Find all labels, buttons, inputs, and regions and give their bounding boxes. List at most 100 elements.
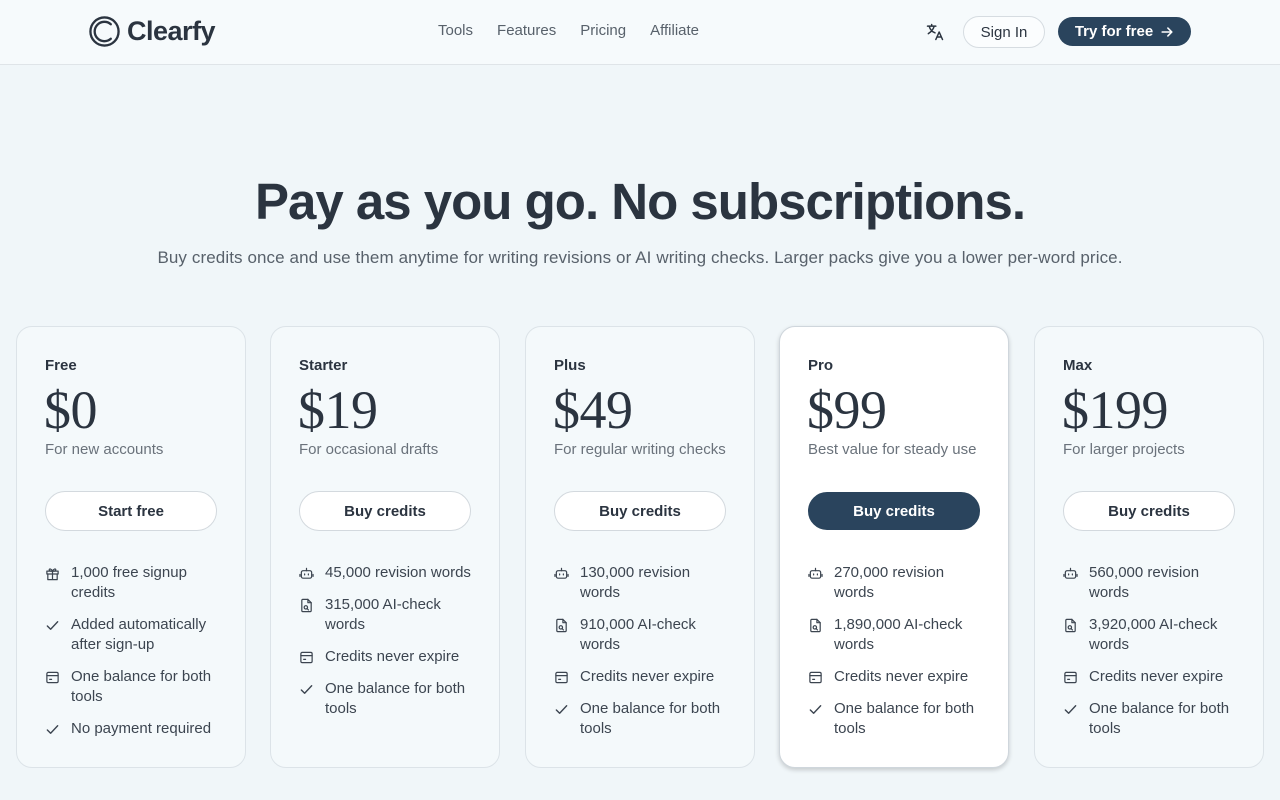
feature-item: One balance for both tools [299,679,479,719]
plan-description: Best value for steady use [808,441,977,458]
pricing-card-pro: Pro $99 Best value for steady use Buy credi… [779,326,1009,768]
feature-text: One balance for both tools [325,680,466,717]
feature-text: 1,000 free signup credits [71,564,187,601]
robot-icon [1063,566,1078,581]
feature-text: One balance for both tools [580,700,721,737]
translate-icon[interactable] [925,22,945,42]
plan-price: $99 [807,380,887,440]
gift-icon [45,566,60,581]
pricing-card-plus: Plus $49 For regular writing checks Buy cre… [525,326,755,768]
brand-name: Clearfy [127,15,216,46]
document-search-icon [554,618,569,633]
check-icon [1063,702,1078,717]
feature-text: Credits never expire [834,668,969,685]
feature-list: 45,000 revision words 315,000 AI-check wo… [299,563,479,731]
feature-item: 560,000 revision words [1063,563,1243,603]
feature-item: 1,000 free signup credits [45,563,225,603]
check-icon [45,618,60,633]
plan-name: Max [1063,357,1093,374]
feature-item: 45,000 revision words [299,563,479,583]
plan-name: Plus [554,357,586,374]
brand-logo[interactable]: Clearfy [88,15,216,47]
feature-item: No payment required [45,719,225,739]
feature-item: One balance for both tools [45,667,225,707]
feature-text: 1,890,000 AI-check words [834,616,963,653]
document-search-icon [1063,618,1078,633]
start-free-button-free[interactable]: Start free [45,491,217,531]
document-search-icon [808,618,823,633]
nav-item-pricing[interactable]: Pricing [580,22,626,39]
try-for-free-button[interactable]: Try for free [1058,17,1191,46]
wallet-icon [554,670,569,685]
feature-list: 560,000 revision words 3,920,000 AI-check… [1063,563,1243,751]
feature-item: Added automatically after sign-up [45,615,225,655]
page-title: Pay as you go. No subscriptions. [254,173,1026,230]
feature-text: Added automatically after sign-up [71,616,207,653]
plan-price: $0 [44,380,98,440]
buy-credits-button-max[interactable]: Buy credits [1063,491,1235,531]
feature-text: 910,000 AI-check words [580,616,696,653]
nav-item-features[interactable]: Features [497,22,556,39]
plan-name: Free [45,357,77,374]
feature-text: Credits never expire [325,648,460,665]
check-icon [299,682,314,697]
feature-item: Credits never expire [808,667,988,687]
nav-item-tools[interactable]: Tools [438,22,473,39]
feature-text: 560,000 revision words [1089,564,1200,601]
nav-item-affiliate[interactable]: Affiliate [650,22,699,39]
feature-item: Credits never expire [554,667,734,687]
plan-name: Pro [808,357,834,374]
plan-price: $19 [298,380,378,440]
check-icon [554,702,569,717]
feature-text: 3,920,000 AI-check words [1089,616,1218,653]
site-header: Clearfy Tools Features Pricing Affiliate… [0,0,1280,65]
feature-item: 315,000 AI-check words [299,595,479,635]
feature-text: 315,000 AI-check words [325,596,441,633]
buy-credits-button-plus[interactable]: Buy credits [554,491,726,531]
try-for-free-label: Try for free [1074,23,1154,40]
robot-icon [808,566,823,581]
feature-text: Credits never expire [580,668,715,685]
sign-in-button[interactable]: Sign In [963,16,1045,48]
plan-description: For larger projects [1063,441,1185,458]
logo-mark-icon [89,15,120,47]
feature-item: 270,000 revision words [808,563,988,603]
feature-item: Credits never expire [1063,667,1243,687]
page-subtitle: Buy credits once and use them anytime fo… [157,248,1123,267]
buy-credits-button-pro[interactable]: Buy credits [808,492,980,530]
feature-list: 270,000 revision words 1,890,000 AI-check… [808,563,988,751]
feature-text: 130,000 revision words [580,564,691,601]
feature-item: 910,000 AI-check words [554,615,734,655]
robot-icon [554,566,569,581]
feature-item: Credits never expire [299,647,479,667]
wallet-icon [808,670,823,685]
plan-description: For regular writing checks [554,441,726,458]
feature-text: No payment required [71,720,212,737]
plan-description: For new accounts [45,441,164,458]
check-icon [45,722,60,737]
feature-item: 3,920,000 AI-check words [1063,615,1243,655]
feature-list: 1,000 free signup credits Added automatic… [45,563,225,751]
feature-item: One balance for both tools [554,699,734,739]
feature-item: 130,000 revision words [554,563,734,603]
feature-text: One balance for both tools [1089,700,1230,737]
main-nav: Tools Features Pricing Affiliate [438,22,699,39]
wallet-icon [299,650,314,665]
plan-price: $49 [553,380,633,440]
feature-text: Credits never expire [1089,668,1224,685]
feature-item: 1,890,000 AI-check words [808,615,988,655]
feature-list: 130,000 revision words 910,000 AI-check w… [554,563,734,751]
feature-item: One balance for both tools [1063,699,1243,739]
plan-name: Starter [299,357,348,374]
pricing-card-starter: Starter $19 For occasional drafts Buy credi… [270,326,500,768]
plan-description: For occasional drafts [299,441,439,458]
feature-text: 45,000 revision words [325,564,471,581]
pricing-card-max: Max $199 For larger projects Buy credits 560… [1034,326,1264,768]
buy-credits-button-starter[interactable]: Buy credits [299,491,471,531]
arrow-right-icon [1161,26,1173,37]
document-search-icon [299,598,314,613]
feature-text: One balance for both tools [834,700,975,737]
robot-icon [299,566,314,581]
pricing-card-free: Free $0 For new accounts Start free 1,000 fr… [16,326,246,768]
plan-price: $199 [1062,380,1169,440]
